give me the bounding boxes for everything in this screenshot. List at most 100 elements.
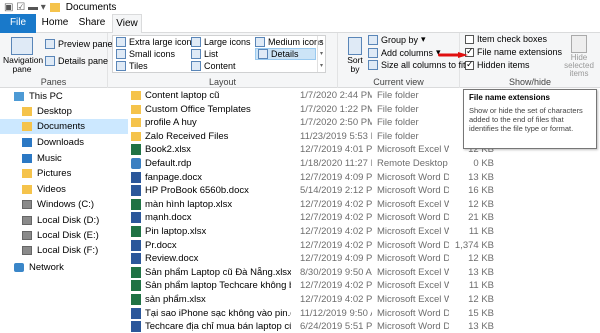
file-name: Techcare địa chỉ mua bán laptop cũ đà n.…	[145, 321, 291, 333]
sort-by-button[interactable]: Sort by	[344, 37, 366, 74]
layout-medium-icons[interactable]: Medium icons	[255, 37, 324, 47]
file-name-cell[interactable]: Pin laptop.xlsx	[131, 226, 291, 237]
size-all-columns-button[interactable]: Size all columns to fit	[368, 60, 466, 70]
item-check-boxes-toggle[interactable]: Item check boxes	[465, 34, 547, 44]
tab-view[interactable]: View	[112, 14, 142, 34]
layout-extra-large-icons[interactable]: Extra large icons	[116, 37, 196, 47]
file-type: Microsoft Excel W...	[377, 294, 449, 305]
date-modified: 12/7/2019 4:02 PM	[300, 294, 372, 305]
file-name-cell[interactable]: profile A huy	[131, 117, 291, 128]
file-name-cell[interactable]: mạnh.docx	[131, 212, 291, 224]
layout-gallery-scroll[interactable]: ▴ ▾ ▾	[317, 36, 325, 72]
layout-small-icons[interactable]: Small icons	[116, 49, 175, 59]
file-name-cell[interactable]: Default.rdp	[131, 158, 291, 169]
drive-icon	[22, 246, 32, 255]
sidebar-item[interactable]: Local Disk (D:)	[0, 213, 128, 228]
sidebar-item[interactable]: Windows (C:)	[0, 197, 128, 212]
file-size: 11 KB	[468, 280, 494, 292]
layout-item-label: Large icons	[204, 37, 251, 47]
date-modified: 6/24/2019 5:51 PM	[300, 321, 372, 333]
sidebar-item[interactable]: Videos	[0, 182, 128, 197]
tab-share[interactable]: Share	[74, 14, 110, 33]
file-type: Microsoft Excel W...	[377, 144, 449, 156]
file-name-cell[interactable]: sản phẩm.xlsx	[131, 294, 291, 305]
size-columns-icon	[368, 60, 378, 70]
docx-file-icon	[131, 239, 141, 251]
file-type: Remote Desktop ...	[377, 158, 449, 169]
file-size: 16 KB	[468, 185, 494, 197]
layout-list[interactable]: List	[191, 49, 218, 59]
sidebar-item[interactable]: Network	[0, 260, 128, 275]
layout-item-label: Details	[271, 49, 299, 59]
hide-selected-items-button[interactable]: Hide selected items	[560, 35, 598, 78]
tab-home[interactable]: Home	[38, 14, 72, 33]
docx-file-icon	[131, 321, 141, 333]
rdp-file-icon	[131, 158, 141, 169]
tab-file[interactable]: File	[0, 14, 36, 33]
sidebar-item[interactable]: Local Disk (F:)	[0, 243, 128, 258]
file-name-cell[interactable]: fanpage.docx	[131, 171, 291, 183]
sidebar-item[interactable]: Desktop	[0, 104, 128, 119]
file-type: Microsoft Excel W...	[377, 226, 449, 237]
file-type: File folder	[377, 117, 419, 129]
file-name: Sản phẩm laptop Techcare không bán.xlsx	[145, 280, 291, 292]
file-row[interactable]: Techcare địa chỉ mua bán laptop cũ đà n.…	[128, 320, 600, 333]
sidebar-item[interactable]: Local Disk (E:)	[0, 228, 128, 243]
file-name-cell[interactable]: Tại sao iPhone sạc không vào pin.docx	[131, 307, 291, 319]
sidebar-item-label: Desktop	[37, 106, 72, 117]
tooltip-title: File name extensions	[469, 93, 550, 102]
file-name-cell[interactable]: Book2.xlsx	[131, 144, 291, 156]
xlsx-file-icon	[131, 144, 141, 156]
file-name-extensions-toggle[interactable]: File name extensions	[465, 46, 562, 57]
tooltip-body: Show or hide the set of characters added…	[469, 106, 583, 133]
file-name-cell[interactable]: Zalo Received Files	[131, 131, 291, 142]
details-pane-icon	[45, 56, 55, 66]
date-modified: 12/7/2019 4:02 PM	[300, 212, 372, 224]
file-name-cell[interactable]: Pr.docx	[131, 239, 291, 251]
file-name: Zalo Received Files	[145, 130, 229, 142]
checkbox-checked[interactable]	[465, 59, 474, 70]
file-name: Review.docx	[145, 253, 199, 265]
layout-large-icons[interactable]: Large icons	[191, 37, 251, 47]
sidebar-item[interactable]: Documents	[0, 119, 128, 134]
file-name-cell[interactable]: Review.docx	[131, 253, 291, 265]
layout-tiles[interactable]: Tiles	[116, 61, 148, 71]
size-all-columns-label: Size all columns to fit	[381, 60, 466, 70]
file-name-cell[interactable]: màn hình laptop.xlsx	[131, 198, 291, 210]
navigation-pane-button[interactable]: Navigation pane	[3, 37, 43, 74]
file-type: Microsoft Word D...	[377, 307, 449, 319]
group-by-button[interactable]: Group by ▾	[368, 34, 426, 45]
sidebar-item[interactable]: Music	[0, 151, 128, 166]
file-name-cell[interactable]: Techcare địa chỉ mua bán laptop cũ đà n.…	[131, 321, 291, 333]
file-name-cell[interactable]: Sản phẩm Laptop cũ Đà Nẵng.xlsx	[131, 266, 291, 278]
file-name-cell[interactable]: Custom Office Templates	[131, 104, 291, 115]
preview-pane-icon	[45, 39, 55, 49]
sidebar-item[interactable]: This PC	[0, 89, 128, 104]
file-name-cell[interactable]: HP ProBook 6560b.docx	[131, 185, 291, 197]
layout-item-label: Extra large icons	[129, 37, 197, 47]
folder-file-icon	[131, 91, 141, 100]
details-pane-button[interactable]: Details pane	[45, 56, 108, 66]
add-columns-icon	[368, 47, 378, 58]
xlsx-file-icon	[131, 226, 141, 237]
file-name-cell[interactable]: Sản phẩm laptop Techcare không bán.xlsx	[131, 280, 291, 292]
file-size: 1,374 KB	[454, 239, 494, 251]
sidebar-item[interactable]: Pictures	[0, 166, 128, 181]
file-name-cell[interactable]: Content laptop cũ	[131, 90, 291, 101]
sidebar-item-label: Music	[37, 153, 62, 164]
date-modified: 12/7/2019 4:09 PM	[300, 171, 372, 183]
file-name: màn hình laptop.xlsx	[145, 198, 233, 210]
layout-content[interactable]: Content	[191, 61, 236, 71]
layout-item-label: Small icons	[129, 49, 176, 59]
layout-details[interactable]: Details	[255, 48, 316, 60]
item-check-boxes-label: Item check boxes	[477, 34, 548, 44]
hidden-items-toggle[interactable]: Hidden items	[465, 59, 530, 70]
checkbox[interactable]	[465, 34, 474, 44]
xlsx-file-icon	[131, 198, 141, 210]
quick-access-icon[interactable]: ▣ ☑ ▬ ▾	[4, 2, 46, 13]
add-columns-button[interactable]: Add columns ▾	[368, 47, 441, 58]
sidebar-item[interactable]: Downloads	[0, 135, 128, 150]
pc-icon	[14, 92, 24, 101]
preview-pane-button[interactable]: Preview pane	[45, 39, 113, 49]
layout-item-label: Content	[204, 61, 236, 71]
